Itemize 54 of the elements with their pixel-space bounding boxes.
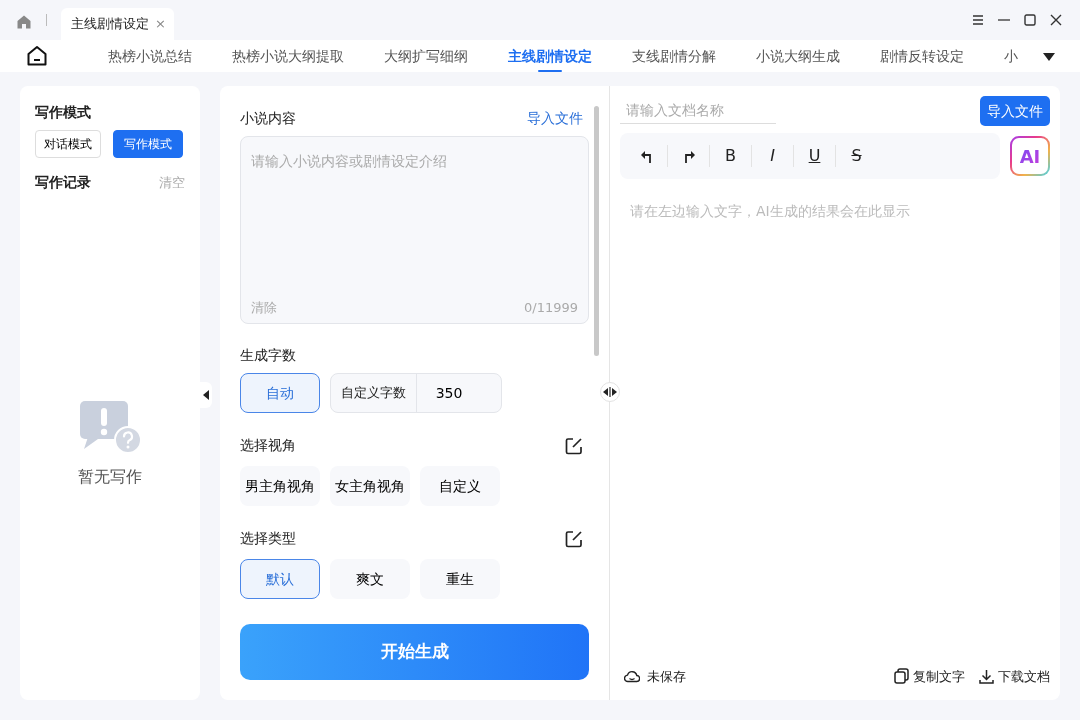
custom-length-option[interactable]: 自定义字数 350 [330, 373, 502, 413]
italic-button[interactable]: I [752, 142, 793, 170]
field-label: 选择视角 [240, 436, 296, 455]
empty-state-icon [78, 399, 142, 455]
splitter-handle[interactable] [600, 382, 620, 402]
collapse-handle[interactable] [200, 382, 212, 408]
download-icon[interactable] [979, 668, 994, 684]
length-input[interactable]: 350 [417, 374, 501, 412]
window-tab[interactable]: 主线剧情设定 × [61, 8, 174, 40]
nav-tab[interactable]: 大纲扩写细纲 [364, 40, 488, 72]
copy-icon[interactable] [894, 668, 909, 685]
nav-tab[interactable]: 小说大纲生成 [736, 40, 860, 72]
close-tab-button[interactable]: × [155, 14, 166, 34]
field-label: 小说内容 [240, 109, 296, 128]
save-status: 未保存 [647, 667, 686, 686]
mode-button[interactable]: 对话模式 [35, 130, 101, 158]
option-button[interactable]: 默认 [240, 559, 320, 599]
strikethrough-button[interactable]: S [836, 142, 877, 170]
download-button[interactable]: 下载文档 [979, 666, 1050, 686]
menu-icon[interactable] [972, 14, 984, 26]
option-button[interactable]: 男主角视角 [240, 466, 320, 506]
cloud-icon [624, 669, 640, 684]
option-button[interactable]: 自定义 [420, 466, 500, 506]
scrollbar[interactable] [594, 106, 599, 356]
nav-tab[interactable]: 小 [984, 40, 1018, 72]
nav-tab[interactable]: 热榜小说总结 [88, 40, 212, 72]
redo-icon[interactable] [682, 149, 695, 163]
option-button[interactable]: 女主角视角 [330, 466, 410, 506]
nav-tab[interactable]: 剧情反转设定 [860, 40, 984, 72]
char-counter: 0/11999 [524, 298, 578, 317]
underline-button[interactable]: U [794, 142, 835, 170]
field-label: 生成字数 [240, 346, 297, 365]
option-button[interactable]: 重生 [420, 559, 500, 599]
ai-button[interactable]: AI [1010, 136, 1050, 176]
copy-text-button[interactable]: 复制文字 [894, 666, 965, 686]
bold-button[interactable]: B [710, 142, 751, 170]
option-button[interactable]: 爽文 [330, 559, 410, 599]
home-icon[interactable] [26, 45, 48, 67]
edit-icon[interactable] [565, 436, 583, 455]
section-title: 写作记录 [35, 173, 91, 192]
mode-button[interactable]: 写作模式 [113, 130, 183, 158]
nav-tab[interactable]: 支线剧情分解 [612, 40, 736, 72]
dropdown-icon[interactable] [1043, 53, 1055, 61]
section-title: 写作模式 [35, 103, 92, 122]
edit-icon[interactable] [565, 529, 583, 548]
import-link[interactable]: 导入文件 [527, 108, 583, 129]
nav-tab[interactable]: 热榜小说大纲提取 [212, 40, 364, 72]
maximize-icon[interactable] [1024, 14, 1036, 26]
close-icon[interactable] [1050, 14, 1062, 26]
field-label: 选择类型 [240, 529, 296, 548]
nav-tab[interactable]: 主线剧情设定 [488, 40, 612, 72]
empty-state-text: 暂无写作 [78, 466, 142, 488]
import-button[interactable]: 导入文件 [980, 96, 1050, 126]
option-button[interactable]: 自动 [240, 373, 320, 413]
